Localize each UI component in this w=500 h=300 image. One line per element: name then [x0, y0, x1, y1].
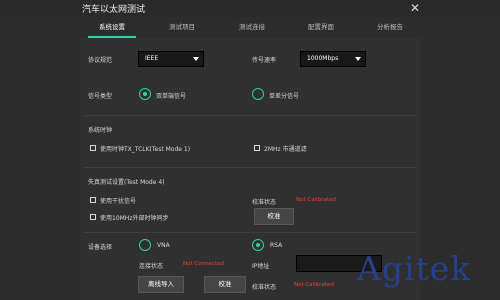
- divider: [84, 115, 416, 116]
- window-title: 汽车以太网测试: [82, 5, 146, 15]
- radio-dual-single-ended-label: 双单端信号: [156, 93, 187, 100]
- checkbox-interference-label: 使用干扰信号: [100, 198, 137, 205]
- distortion-cal-status-value: Not Calibrated: [296, 197, 336, 203]
- ip-address-label: IP地址: [252, 263, 270, 270]
- distortion-section-title: 失真测试设置(Test Mode 4): [88, 179, 165, 186]
- device-calibrate-button[interactable]: 校准: [204, 276, 246, 293]
- conn-status-value: Not Connected: [183, 261, 225, 267]
- protocol-select[interactable]: IEEE: [138, 51, 204, 67]
- tab-test-items[interactable]: 测试项目: [158, 17, 206, 37]
- checkbox-tx-tclk[interactable]: [90, 145, 96, 151]
- radio-dual-single-ended[interactable]: [139, 88, 151, 100]
- distortion-calibrate-button[interactable]: 校准: [254, 208, 294, 225]
- chevron-down-icon: [193, 57, 199, 61]
- rate-select[interactable]: 1000Mbps: [300, 51, 366, 67]
- distortion-cal-status-label: 校准状态: [252, 199, 277, 206]
- checkbox-2mhz[interactable]: [254, 145, 260, 151]
- device-cal-status-label: 校准状态: [252, 284, 277, 291]
- tab-system-settings[interactable]: 系统设置: [88, 17, 136, 37]
- checkbox-10mhz-sync-label: 使用10MHz外部时钟同步: [100, 215, 169, 222]
- checkbox-10mhz-sync[interactable]: [90, 214, 96, 220]
- radio-single-differential[interactable]: [252, 88, 264, 100]
- protocol-value: IEEE: [145, 55, 159, 62]
- tab-test-connection[interactable]: 测试连接: [228, 17, 276, 37]
- rate-value: 1000Mbps: [307, 55, 339, 62]
- radio-vna-label: VNA: [157, 242, 170, 249]
- device-select-label: 设备选择: [88, 244, 113, 251]
- checkbox-interference[interactable]: [90, 197, 96, 203]
- signal-type-label: 信号类型: [88, 93, 113, 100]
- offline-import-button[interactable]: 离线导入: [138, 276, 184, 293]
- protocol-label: 协议规范: [88, 57, 113, 64]
- clock-section-title: 系统时钟: [88, 127, 113, 134]
- device-cal-status-value: Not Calibrated: [294, 282, 334, 288]
- tab-analysis-report[interactable]: 分析报告: [366, 17, 414, 37]
- radio-rsa-label: RSA: [270, 242, 283, 249]
- close-icon[interactable]: ✕: [408, 1, 422, 15]
- conn-status-label: 连接状态: [139, 263, 164, 270]
- checkbox-tx-tclk-label: 使用时钟TX_TCLK(Test Mode 1): [100, 146, 191, 153]
- radio-rsa[interactable]: [252, 239, 264, 251]
- title-bar: [0, 0, 500, 17]
- radio-single-differential-label: 单差分信号: [269, 93, 300, 100]
- rate-label: 传号速率: [252, 57, 277, 64]
- tab-config[interactable]: 配置界面: [297, 17, 345, 37]
- divider: [84, 232, 416, 233]
- checkbox-2mhz-label: 2MHz 市通道滤: [264, 146, 307, 153]
- divider: [84, 167, 416, 168]
- chevron-down-icon: [355, 57, 361, 61]
- radio-vna[interactable]: [139, 239, 151, 251]
- agitek-logo: Agitek: [357, 249, 472, 288]
